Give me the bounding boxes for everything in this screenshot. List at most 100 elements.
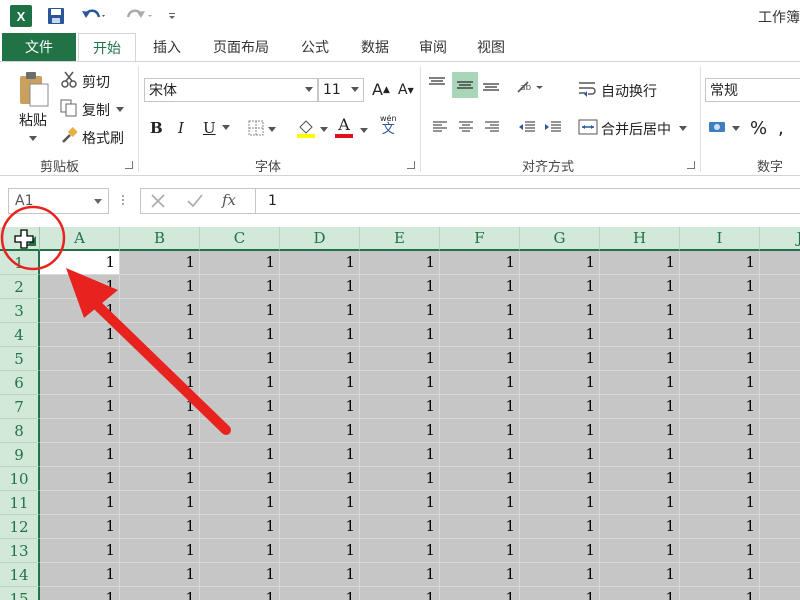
cell-i7[interactable]: 1	[680, 395, 760, 419]
cell-g6[interactable]: 1	[520, 371, 600, 395]
align-middle-button[interactable]	[452, 72, 478, 98]
undo-icon[interactable]	[78, 5, 110, 27]
font-name-combo[interactable]: 宋体	[144, 78, 318, 102]
cell-a12[interactable]: 1	[40, 515, 120, 539]
underline-button[interactable]: U	[203, 119, 230, 137]
cell-c15[interactable]: 1	[200, 587, 280, 600]
column-header-b[interactable]: B	[120, 227, 200, 251]
align-top-button[interactable]	[428, 76, 446, 92]
cell-c11[interactable]: 1	[200, 491, 280, 515]
cell-e12[interactable]: 1	[360, 515, 440, 539]
cell-j1[interactable]	[760, 251, 800, 275]
row-header-2[interactable]: 2	[0, 275, 40, 299]
cell-a14[interactable]: 1	[40, 563, 120, 587]
cell-b9[interactable]: 1	[120, 443, 200, 467]
cell-i11[interactable]: 1	[680, 491, 760, 515]
cell-c2[interactable]: 1	[200, 275, 280, 299]
align-center-button[interactable]	[458, 120, 474, 134]
cell-d9[interactable]: 1	[280, 443, 360, 467]
cell-j13[interactable]	[760, 539, 800, 563]
cell-c12[interactable]: 1	[200, 515, 280, 539]
cancel-icon[interactable]	[150, 193, 166, 213]
font-size-combo[interactable]: 11	[318, 78, 364, 102]
cell-h8[interactable]: 1	[600, 419, 680, 443]
tab-insert[interactable]: 插入	[140, 33, 194, 61]
name-box[interactable]: A1	[8, 188, 109, 214]
cell-h14[interactable]: 1	[600, 563, 680, 587]
cell-a15[interactable]: 1	[40, 587, 120, 600]
cell-h11[interactable]: 1	[600, 491, 680, 515]
cell-f8[interactable]: 1	[440, 419, 520, 443]
cell-a8[interactable]: 1	[40, 419, 120, 443]
cell-h15[interactable]: 1	[600, 587, 680, 600]
formula-input[interactable]: 1	[255, 188, 800, 214]
increase-indent-button[interactable]	[544, 120, 562, 134]
cell-e2[interactable]: 1	[360, 275, 440, 299]
cell-g7[interactable]: 1	[520, 395, 600, 419]
cell-i4[interactable]: 1	[680, 323, 760, 347]
row-header-9[interactable]: 9	[0, 443, 40, 467]
cell-c6[interactable]: 1	[200, 371, 280, 395]
cell-a4[interactable]: 1	[40, 323, 120, 347]
cell-h13[interactable]: 1	[600, 539, 680, 563]
cell-b8[interactable]: 1	[120, 419, 200, 443]
cell-h7[interactable]: 1	[600, 395, 680, 419]
cell-g15[interactable]: 1	[520, 587, 600, 600]
cell-i3[interactable]: 1	[680, 299, 760, 323]
cell-f2[interactable]: 1	[440, 275, 520, 299]
cell-f4[interactable]: 1	[440, 323, 520, 347]
cell-a11[interactable]: 1	[40, 491, 120, 515]
tab-view[interactable]: 视图	[464, 33, 518, 61]
column-header-h[interactable]: H	[600, 227, 680, 251]
tab-page-layout[interactable]: 页面布局	[200, 33, 282, 61]
cell-i5[interactable]: 1	[680, 347, 760, 371]
column-header-d[interactable]: D	[280, 227, 360, 251]
cell-d2[interactable]: 1	[280, 275, 360, 299]
fill-color-button[interactable]	[296, 118, 328, 142]
cell-e11[interactable]: 1	[360, 491, 440, 515]
cell-d15[interactable]: 1	[280, 587, 360, 600]
cell-g5[interactable]: 1	[520, 347, 600, 371]
save-icon[interactable]	[44, 5, 68, 27]
cell-e13[interactable]: 1	[360, 539, 440, 563]
cell-d8[interactable]: 1	[280, 419, 360, 443]
cell-d1[interactable]: 1	[280, 251, 360, 275]
cell-b5[interactable]: 1	[120, 347, 200, 371]
cell-a7[interactable]: 1	[40, 395, 120, 419]
cell-j3[interactable]	[760, 299, 800, 323]
cell-i12[interactable]: 1	[680, 515, 760, 539]
cell-c3[interactable]: 1	[200, 299, 280, 323]
cell-j10[interactable]	[760, 467, 800, 491]
row-header-15[interactable]: 15	[0, 587, 40, 600]
row-header-14[interactable]: 14	[0, 563, 40, 587]
tab-review[interactable]: 审阅	[406, 33, 460, 61]
cell-b13[interactable]: 1	[120, 539, 200, 563]
cell-j11[interactable]	[760, 491, 800, 515]
row-header-10[interactable]: 10	[0, 467, 40, 491]
cell-e3[interactable]: 1	[360, 299, 440, 323]
tab-data[interactable]: 数据	[348, 33, 402, 61]
cell-b7[interactable]: 1	[120, 395, 200, 419]
cell-g11[interactable]: 1	[520, 491, 600, 515]
column-header-c[interactable]: C	[200, 227, 280, 251]
column-header-i[interactable]: I	[680, 227, 760, 251]
cell-h1[interactable]: 1	[600, 251, 680, 275]
paste-button[interactable]: 粘贴	[12, 70, 54, 150]
phonetic-button[interactable]: wén 文	[380, 114, 397, 137]
cell-b1[interactable]: 1	[120, 251, 200, 275]
cell-h9[interactable]: 1	[600, 443, 680, 467]
cell-f10[interactable]: 1	[440, 467, 520, 491]
tab-home[interactable]: 开始	[78, 33, 136, 62]
borders-button[interactable]	[248, 120, 276, 140]
column-header-g[interactable]: G	[520, 227, 600, 251]
cell-h5[interactable]: 1	[600, 347, 680, 371]
row-header-5[interactable]: 5	[0, 347, 40, 371]
cell-j8[interactable]	[760, 419, 800, 443]
tab-file[interactable]: 文件	[2, 33, 76, 61]
cell-c1[interactable]: 1	[200, 251, 280, 275]
cell-d12[interactable]: 1	[280, 515, 360, 539]
font-launcher-icon[interactable]	[407, 161, 415, 169]
cell-a3[interactable]: 1	[40, 299, 120, 323]
cell-b2[interactable]: 1	[120, 275, 200, 299]
cell-g9[interactable]: 1	[520, 443, 600, 467]
